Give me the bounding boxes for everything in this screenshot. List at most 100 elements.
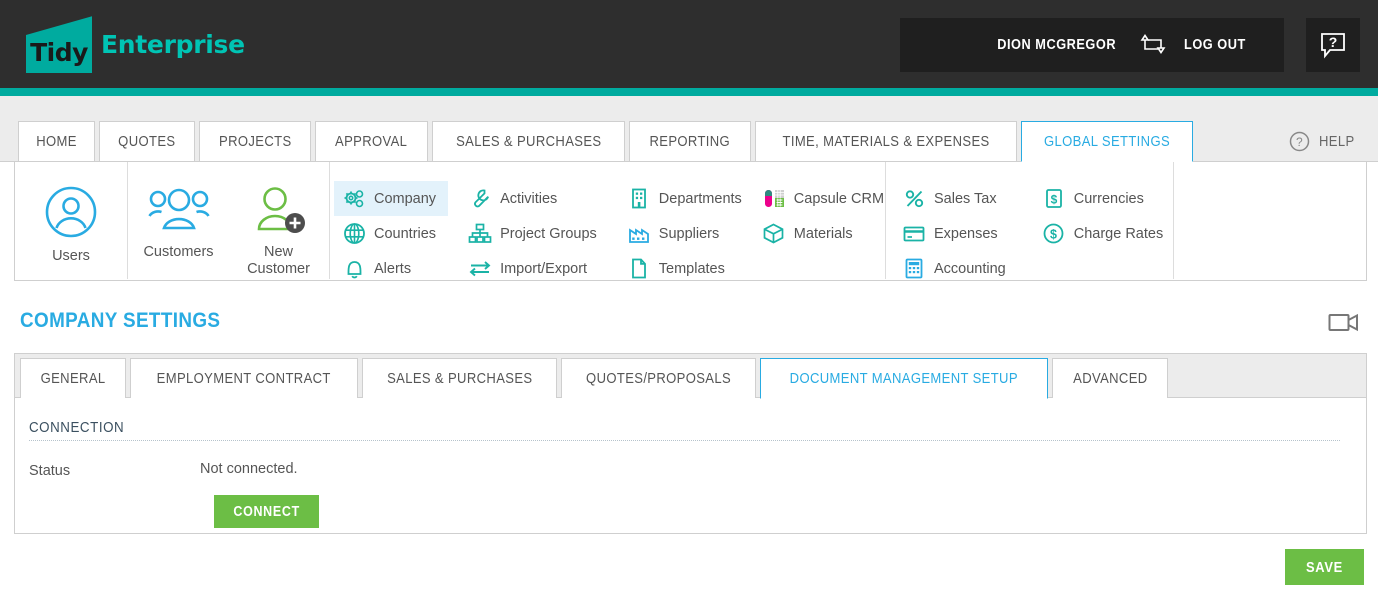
exchange-arrows-icon <box>468 257 492 281</box>
status-label: Status <box>29 463 71 479</box>
connect-button[interactable]: CONNECT <box>214 495 320 528</box>
ribbon-column: Departments Suppliers Templates <box>619 170 754 286</box>
ribbon-item-materials[interactable]: Materials <box>754 216 896 251</box>
logo-mark-text: Tidy <box>30 38 88 67</box>
ribbon-item-label: Alerts <box>374 260 412 277</box>
nav-tab-sales-purchases[interactable]: SALES & PURCHASES <box>431 121 626 161</box>
ribbon-item-label: Activities <box>500 190 558 207</box>
ribbon-item-company[interactable]: Company <box>334 181 449 216</box>
ribbon-item-capsule-crm[interactable]: Capsule CRM <box>754 181 896 216</box>
sub-tab-sales-purchases[interactable]: SALES & PURCHASES <box>361 358 558 398</box>
main-nav-strip: HOME QUOTES PROJECTS APPROVAL SALES & PURCHA… <box>0 96 1378 162</box>
status-row: Status Not connected. <box>29 461 1352 479</box>
sub-tab-label: ADVANCED <box>1072 370 1148 387</box>
logout-button[interactable]: LOG OUT <box>1184 37 1246 53</box>
ribbon-item-expenses[interactable]: Expenses <box>894 216 1018 251</box>
calculator-icon <box>902 257 926 281</box>
ribbon-item-departments[interactable]: Departments <box>619 181 754 216</box>
nav-tab-global-settings[interactable]: GLOBAL SETTINGS <box>1020 121 1193 162</box>
sub-tab-advanced[interactable]: ADVANCED <box>1051 358 1169 398</box>
ribbon-item-project-groups[interactable]: Project Groups <box>460 216 609 251</box>
bell-icon <box>342 257 366 281</box>
help-link-label: HELP <box>1318 133 1355 150</box>
user-circle-icon <box>45 186 97 238</box>
ribbon-item-activities[interactable]: Activities <box>460 181 609 216</box>
sub-tab-quotes-proposals[interactable]: QUOTES/PROPOSALS <box>561 358 757 398</box>
ribbon-item-import-export[interactable]: Import/Export <box>460 251 609 286</box>
nav-tab-time-materials-expenses[interactable]: TIME, MATERIALS & EXPENSES <box>754 121 1017 161</box>
ribbon-item-users[interactable]: Users <box>21 170 121 265</box>
ribbon-item-label: Suppliers <box>658 225 720 242</box>
switch-user-icon[interactable] <box>1138 32 1168 59</box>
app-logo[interactable]: Tidy Enterprise <box>26 14 245 74</box>
sub-tab-strip: GENERAL EMPLOYMENT CONTRACT SALES & PURCHA… <box>15 354 1366 399</box>
sub-tab-label: SALES & PURCHASES <box>386 370 533 387</box>
sub-tab-general[interactable]: GENERAL <box>20 358 127 398</box>
ribbon-column: Activities Project Groups Import/Export <box>460 170 609 286</box>
user-name: DION MCGREGOR <box>996 37 1116 53</box>
sub-tab-employment-contract[interactable]: EMPLOYMENT CONTRACT <box>130 358 358 398</box>
ribbon-item-label: Project Groups <box>500 225 597 242</box>
ribbon-item-label: Materials <box>793 225 853 242</box>
page-title: COMPANY SETTINGS <box>20 309 221 332</box>
ribbon-item-label: Currencies <box>1073 190 1144 207</box>
ribbon-group-finance: Sales Tax Expenses Accounting $ Currenci… <box>886 162 1174 279</box>
top-header: Tidy Enterprise DION MCGREGOR LOG OUT ? <box>0 0 1378 88</box>
nav-tab-label: REPORTING <box>649 133 731 150</box>
gears-icon <box>342 187 366 211</box>
nav-tab-approval[interactable]: APPROVAL <box>315 121 428 161</box>
ribbon-item-label: Sales Tax <box>934 190 997 207</box>
main-nav-tabs: HOME QUOTES PROJECTS APPROVAL SALES & PURCHA… <box>18 121 1193 162</box>
nav-tab-label: PROJECTS <box>218 133 292 150</box>
ribbon-item-accounting[interactable]: Accounting <box>894 251 1018 286</box>
sub-tab-document-management-setup[interactable]: DOCUMENT MANAGEMENT SETUP <box>760 358 1048 399</box>
ribbon-item-label: Templates <box>658 260 725 277</box>
ribbon-item-label: Capsule CRM <box>793 190 885 207</box>
save-button[interactable]: SAVE <box>1285 549 1364 585</box>
sub-tab-label: DOCUMENT MANAGEMENT SETUP <box>789 370 1019 387</box>
help-chat-button[interactable]: ? <box>1306 18 1360 72</box>
nav-tab-label: HOME <box>36 133 77 150</box>
logo-mark: Tidy <box>26 15 92 73</box>
ribbon-item-label: Expenses <box>934 225 998 242</box>
cube-icon <box>762 222 786 246</box>
logo-wordmark: Enterprise <box>101 29 245 59</box>
ribbon-item-currencies[interactable]: $ Currencies <box>1034 181 1175 216</box>
teal-accent-bar <box>0 88 1378 96</box>
ribbon-column: Company Countries Alerts <box>334 170 449 286</box>
video-camera-icon[interactable] <box>1327 310 1361 341</box>
question-circle-icon: ? <box>1289 131 1309 152</box>
ribbon-item-customers[interactable]: Customers <box>129 170 229 261</box>
ribbon-item-new-customer[interactable]: New Customer <box>229 170 329 278</box>
ribbon-item-alerts[interactable]: Alerts <box>334 251 448 286</box>
user-bar: DION MCGREGOR LOG OUT <box>900 18 1284 72</box>
settings-ribbon: Users Customers New Customer Company Cou… <box>14 162 1367 281</box>
ribbon-item-label: Charge Rates <box>1073 225 1164 242</box>
nav-tab-projects[interactable]: PROJECTS <box>198 121 312 161</box>
logo-swoosh-icon <box>26 15 92 35</box>
ribbon-item-suppliers[interactable]: Suppliers <box>619 216 754 251</box>
svg-text:$: $ <box>1050 228 1057 242</box>
capsule-crm-icon <box>762 187 786 211</box>
ribbon-item-charge-rates[interactable]: $ Charge Rates <box>1034 216 1175 251</box>
question-speech-bubble-icon: ? <box>1321 33 1345 59</box>
sub-tabs: GENERAL EMPLOYMENT CONTRACT SALES & PURCHA… <box>20 358 1169 399</box>
nav-tab-label: QUOTES <box>118 133 176 150</box>
ribbon-group-empty <box>1174 162 1366 279</box>
ribbon-item-label: Customers <box>143 244 214 260</box>
document-icon <box>627 257 651 281</box>
ribbon-group-settings: Company Countries Alerts Activities Proj… <box>330 162 886 279</box>
ribbon-column: Sales Tax Expenses Accounting <box>894 170 1018 286</box>
nav-tab-quotes[interactable]: QUOTES <box>99 121 195 161</box>
nav-tab-reporting[interactable]: REPORTING <box>629 121 751 161</box>
user-add-icon <box>257 187 305 233</box>
help-link[interactable]: ? HELP <box>1289 131 1356 152</box>
nav-tab-label: APPROVAL <box>335 133 408 150</box>
settings-panel: GENERAL EMPLOYMENT CONTRACT SALES & PURCHA… <box>14 353 1367 534</box>
ribbon-item-countries[interactable]: Countries <box>334 216 448 251</box>
ribbon-item-sales-tax[interactable]: Sales Tax <box>894 181 1018 216</box>
sub-tab-label: GENERAL <box>40 370 106 387</box>
ribbon-item-templates[interactable]: Templates <box>619 251 754 286</box>
nav-tab-home[interactable]: HOME <box>18 121 96 161</box>
svg-text:?: ? <box>1295 135 1302 149</box>
